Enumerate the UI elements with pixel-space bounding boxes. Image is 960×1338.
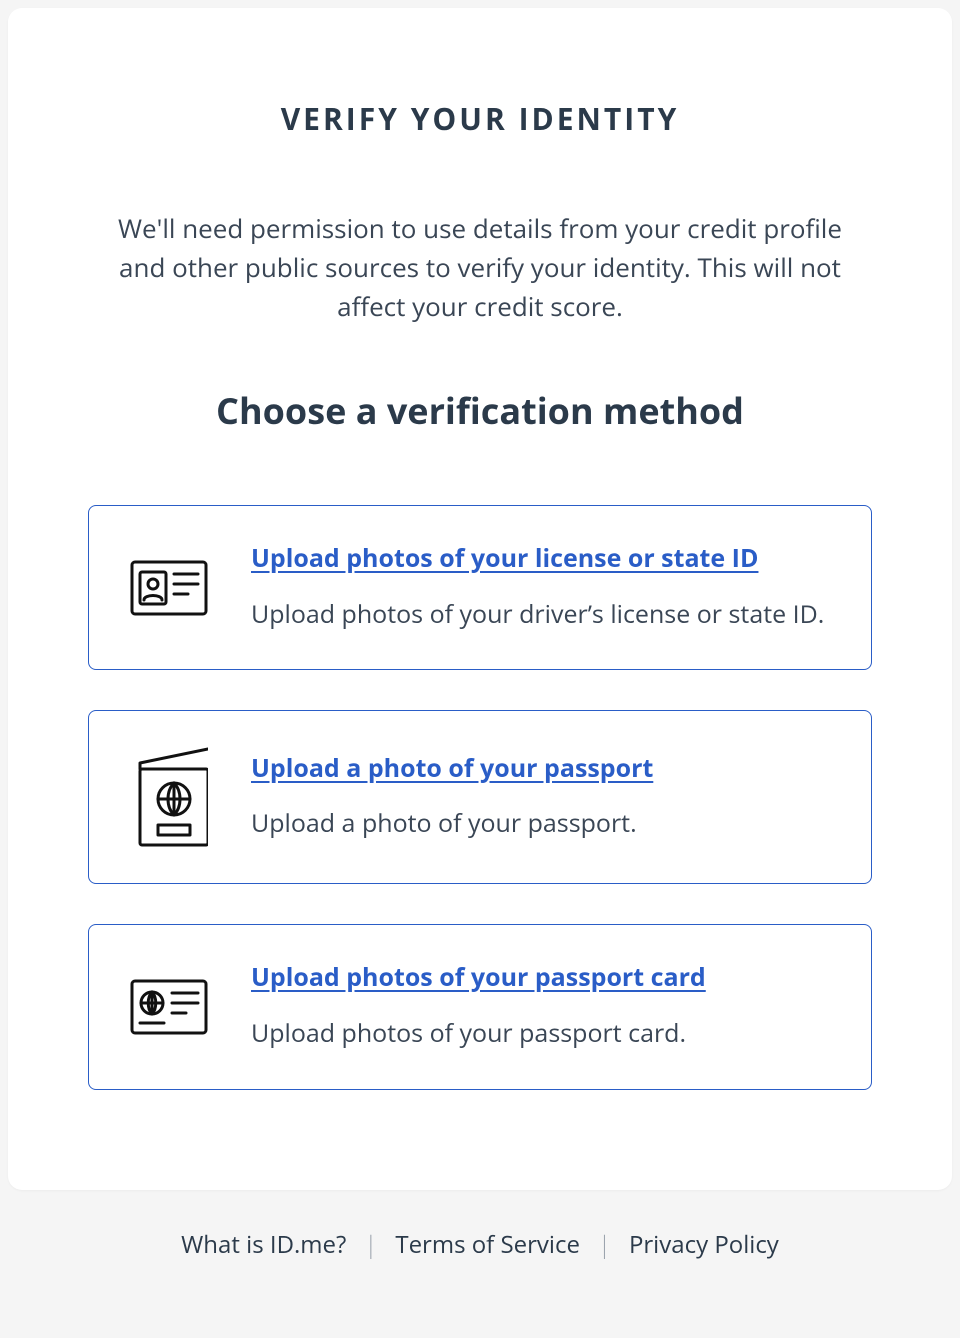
- page-title: VERIFY YOUR IDENTITY: [88, 98, 872, 139]
- option-text: Upload photos of your license or state I…: [251, 542, 831, 633]
- footer-links: What is ID.me? | Terms of Service | Priv…: [8, 1190, 952, 1261]
- option-title: Upload photos of your passport card: [251, 961, 831, 995]
- option-passport-card[interactable]: Upload photos of your passport card Uplo…: [88, 924, 872, 1089]
- verification-options: Upload photos of your license or state I…: [88, 505, 872, 1090]
- footer-privacy-link[interactable]: Privacy Policy: [629, 1228, 779, 1261]
- option-title: Upload a photo of your passport: [251, 752, 831, 786]
- separator: |: [598, 1228, 611, 1261]
- option-description: Upload photos of your driver’s license o…: [251, 596, 831, 634]
- option-title: Upload photos of your license or state I…: [251, 542, 831, 576]
- intro-text: We'll need permission to use details fro…: [88, 209, 872, 326]
- option-description: Upload photos of your passport card.: [251, 1015, 831, 1053]
- separator: |: [364, 1228, 377, 1261]
- option-text: Upload photos of your passport card Uplo…: [251, 961, 831, 1052]
- id-card-icon: [129, 560, 209, 616]
- option-passport[interactable]: Upload a photo of your passport Upload a…: [88, 710, 872, 884]
- verification-card: VERIFY YOUR IDENTITY We'll need permissi…: [8, 8, 952, 1190]
- option-text: Upload a photo of your passport Upload a…: [251, 752, 831, 843]
- option-license-state-id[interactable]: Upload photos of your license or state I…: [88, 505, 872, 670]
- subtitle: Choose a verification method: [88, 386, 872, 435]
- passport-card-icon: [129, 979, 209, 1035]
- footer-what-is-link[interactable]: What is ID.me?: [181, 1228, 346, 1261]
- option-description: Upload a photo of your passport.: [251, 805, 831, 843]
- passport-icon: [129, 747, 209, 847]
- footer-terms-link[interactable]: Terms of Service: [395, 1228, 580, 1261]
